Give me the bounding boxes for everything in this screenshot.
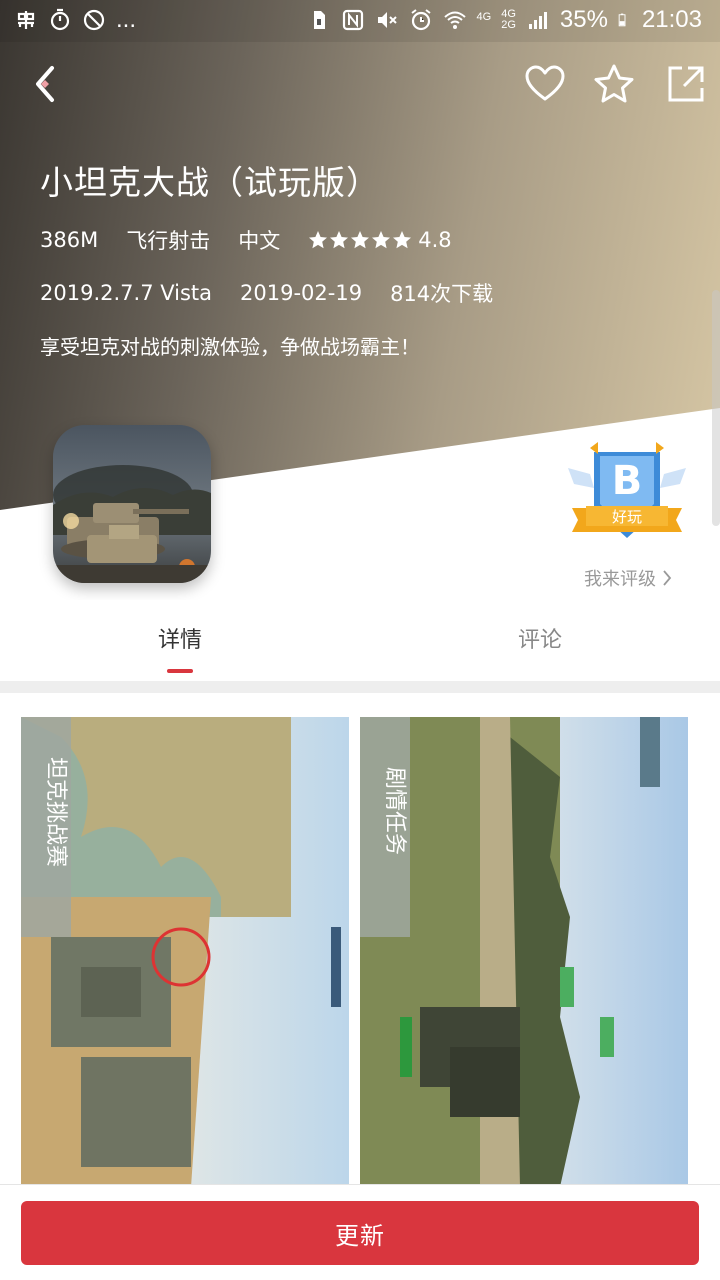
mute-icon (377, 12, 397, 28)
tab-details[interactable]: 详情 (120, 622, 240, 654)
back-button[interactable] (26, 62, 70, 106)
tab-active-indicator (167, 669, 193, 673)
network-type-b: 2G (501, 19, 516, 31)
app-version: 2019.2.7.7 Vista (40, 281, 213, 305)
tab-comments[interactable]: 评论 (480, 622, 600, 654)
badge-label: 好玩 (612, 508, 642, 526)
sim-icon (313, 11, 325, 29)
bug-icon (17, 11, 35, 29)
app-date: 2019-02-19 (240, 281, 363, 305)
app-title: 小坦克大战（试玩版） (40, 163, 380, 202)
status-bar: ... 4G 4G 2G 35% 21:03 (0, 0, 720, 42)
app-size: 386M (40, 228, 99, 252)
share-icon (668, 66, 704, 102)
alarm-icon (410, 9, 431, 31)
app-meta-row: 386M 飞行射击 中文 4.8 (40, 225, 452, 255)
badge-grade: B (612, 458, 643, 504)
rate-link-label: 我来评级 (584, 569, 656, 590)
rating-star-icon (351, 231, 370, 249)
battery-icon (618, 13, 626, 27)
stopwatch-icon (50, 8, 70, 31)
blocked-icon (83, 9, 105, 31)
signal-icon (528, 12, 547, 29)
rate-link[interactable]: 我来评级 (584, 565, 672, 591)
section-divider (0, 681, 720, 693)
app-downloads: 814次下载 (390, 282, 494, 306)
tab-bar: 详情 评论 (0, 600, 720, 680)
chevron-right-icon (663, 570, 672, 586)
screenshot-1-caption: 坦克挑战赛 (43, 757, 68, 867)
nfc-icon (342, 9, 363, 31)
battery-percent: 35% (559, 6, 608, 33)
screenshot-2-caption: 剧情任务 (382, 767, 407, 855)
app-icon (53, 425, 211, 583)
app-version-row: 2019.2.7.7 Vista 2019-02-19 814次下载 (40, 278, 521, 308)
app-language: 中文 (238, 229, 281, 253)
status-overflow: ... (116, 6, 137, 33)
rate-star-button[interactable] (592, 62, 636, 106)
star-icon (594, 64, 634, 103)
wifi-icon (443, 11, 466, 29)
screenshot-1[interactable]: 坦克挑战赛 (21, 717, 349, 1187)
favorite-button[interactable] (523, 62, 567, 106)
clock: 21:03 (641, 6, 702, 33)
screenshot-2[interactable]: 剧情任务 (360, 717, 688, 1187)
app-rating: 4.8 (418, 228, 452, 252)
scrollbar[interactable] (712, 290, 720, 526)
back-icon (36, 66, 54, 102)
share-button[interactable] (664, 62, 708, 106)
network-type-top: 4G (476, 10, 492, 23)
rating-star-icon (309, 231, 328, 249)
bottom-bar: 更新 (0, 1184, 720, 1280)
rating-star-icon (330, 231, 349, 249)
rating-star-icon (372, 231, 391, 249)
rating-star-icon (393, 231, 412, 249)
app-description: 享受坦克对战的刺激体验，争做战场霸主！ (40, 335, 420, 359)
heart-icon (525, 65, 565, 101)
grade-badge: B 好玩 (564, 440, 690, 550)
rating-stars (308, 230, 412, 250)
update-button[interactable]: 更新 (21, 1201, 699, 1265)
app-category: 飞行射击 (126, 229, 211, 253)
